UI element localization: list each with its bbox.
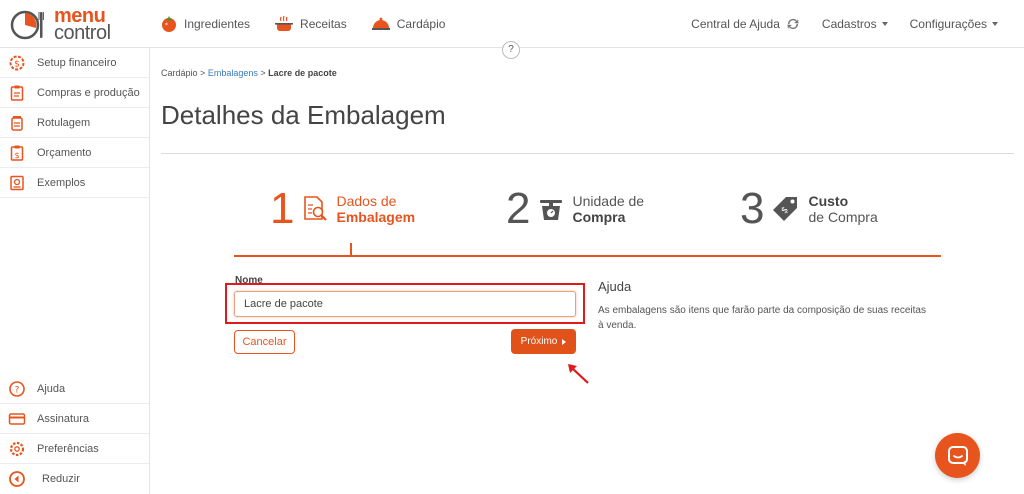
recipe-card-icon [8, 174, 26, 192]
step-label: Dados de Embalagem [336, 193, 415, 225]
price-tag-icon: $ [773, 197, 798, 221]
help-text: As embalagens são itens que farão parte … [598, 305, 926, 331]
step-label-line2: Embalagem [336, 209, 416, 225]
sidebar-item-label: Setup financeiro [37, 56, 117, 69]
sidebar-item-label: Exemplos [37, 176, 86, 189]
svg-text:?: ? [15, 385, 20, 395]
sidebar-item-label: Reduzir [42, 473, 80, 485]
nav-configuracoes-label: Configurações [909, 17, 987, 31]
tomato-icon [162, 16, 176, 32]
document-search-icon [304, 196, 328, 221]
sidebar-item-exemplos[interactable]: Exemplos [0, 168, 149, 198]
nav-receitas-label: Receitas [300, 17, 347, 31]
sidebar-item-setup-financeiro[interactable]: $ Setup financeiro [0, 48, 149, 78]
step-label-line2: de Compra [808, 209, 878, 225]
step-label-line2: Compra [572, 209, 626, 225]
step-number: 1 [270, 184, 295, 233]
divider [161, 153, 1014, 154]
sidebar-item-preferencias[interactable]: Preferências [0, 434, 149, 464]
next-button-label: Próximo [520, 336, 558, 347]
right-nav: Central de Ajuda Cadastros Configurações [669, 10, 998, 38]
gear-icon [8, 440, 26, 458]
main-nav: Ingredientes Receitas Cardápio [160, 10, 469, 38]
question-circle-icon: ? [8, 380, 26, 398]
nav-central-de-ajuda-label: Central de Ajuda [691, 17, 780, 31]
sidebar-item-compras[interactable]: Compras e produção [0, 78, 149, 108]
step-label: Custo de Compra [808, 193, 877, 225]
breadcrumb-current: Lacre de pacote [268, 68, 337, 78]
svg-text:$: $ [14, 151, 19, 160]
nav-ingredientes[interactable]: Ingredientes [160, 10, 250, 38]
sidebar-item-label: Rotulagem [37, 116, 91, 129]
sidebar-item-label: Ajuda [37, 382, 66, 395]
cooking-pot-icon [275, 15, 294, 31]
steps-progress-line [234, 255, 941, 257]
chat-launcher-button[interactable] [935, 433, 980, 478]
sidebar-item-label: Preferências [37, 442, 99, 455]
chevron-down-icon [992, 22, 998, 26]
nav-receitas[interactable]: Receitas [274, 10, 347, 38]
help-toggle-button[interactable]: ? [502, 41, 520, 59]
page-title: Detalhes da Embalagem [161, 100, 446, 130]
cloche-icon [371, 17, 390, 30]
logo-word-control: control [54, 22, 111, 44]
gear-dollar-icon: $ [8, 54, 26, 72]
step-2[interactable]: 2 Unidade de Compra [506, 184, 644, 234]
step-number: 3 [740, 184, 765, 233]
chat-icon [947, 445, 968, 466]
sidebar-item-label: Compras e produção [37, 86, 140, 99]
sidebar-item-assinatura[interactable]: Assinatura [0, 404, 149, 434]
breadcrumb-separator: > [200, 68, 206, 78]
nav-cadastros-label: Cadastros [821, 17, 877, 31]
sidebar-item-label: Assinatura [37, 412, 89, 425]
nav-cardapio[interactable]: Cardápio [371, 10, 446, 38]
breadcrumb-parent-link[interactable]: Embalagens [208, 68, 258, 78]
nav-cardapio-label: Cardápio [396, 17, 446, 31]
sidebar-item-reduzir[interactable]: Reduzir [0, 464, 149, 494]
breadcrumb: Cardápio > Embalagens > Lacre de pacote [161, 68, 337, 78]
scale-icon [540, 200, 563, 220]
jar-icon [8, 114, 26, 132]
active-step-marker [350, 243, 352, 256]
clipboard-dollar-icon: $ [8, 144, 26, 162]
step-label-line1: Unidade de [572, 193, 645, 209]
logo[interactable]: menu control [10, 6, 122, 44]
chevron-down-icon [881, 22, 888, 26]
help-title: Ajuda [598, 279, 632, 294]
clipboard-icon [8, 84, 26, 102]
sidebar-item-label: Orçamento [37, 146, 92, 159]
cancel-button[interactable]: Cancelar [234, 330, 295, 354]
nav-cadastros[interactable]: Cadastros [822, 10, 888, 38]
credit-card-icon [8, 410, 26, 428]
breadcrumb-root[interactable]: Cardápio [161, 68, 198, 78]
sidebar-item-orcamento[interactable]: $ Orçamento [0, 138, 149, 168]
next-button[interactable]: Próximo [511, 329, 576, 354]
sidebar-item-ajuda[interactable]: ? Ajuda [0, 374, 149, 404]
svg-text:$: $ [14, 59, 20, 69]
nav-configuracoes[interactable]: Configurações [910, 10, 998, 38]
name-input[interactable] [234, 291, 576, 317]
step-label: Unidade de Compra [572, 193, 644, 225]
collapse-left-icon [8, 470, 26, 488]
caret-right-icon [562, 338, 567, 345]
breadcrumb-separator: > [260, 68, 266, 78]
step-1[interactable]: 1 Dados de Embalagem [270, 184, 415, 234]
step-label-line1: Custo [808, 193, 849, 209]
step-label-line1: Dados de [336, 193, 397, 209]
nav-ingredientes-label: Ingredientes [184, 17, 251, 31]
step-number: 2 [506, 184, 531, 233]
sidebar-item-rotulagem[interactable]: Rotulagem [0, 108, 149, 138]
sidebar-bottom: ? Ajuda Assinatura Preferências Reduzir [0, 374, 149, 494]
sync-icon [787, 19, 799, 29]
step-3[interactable]: 3 $ Custo de Compra [740, 184, 878, 234]
annotation-arrow-icon [568, 364, 589, 384]
logo-mark-icon [10, 10, 44, 40]
sidebar: $ Setup financeiro Compras e produção Ro… [0, 48, 150, 494]
nav-central-de-ajuda[interactable]: Central de Ajuda [691, 10, 800, 38]
